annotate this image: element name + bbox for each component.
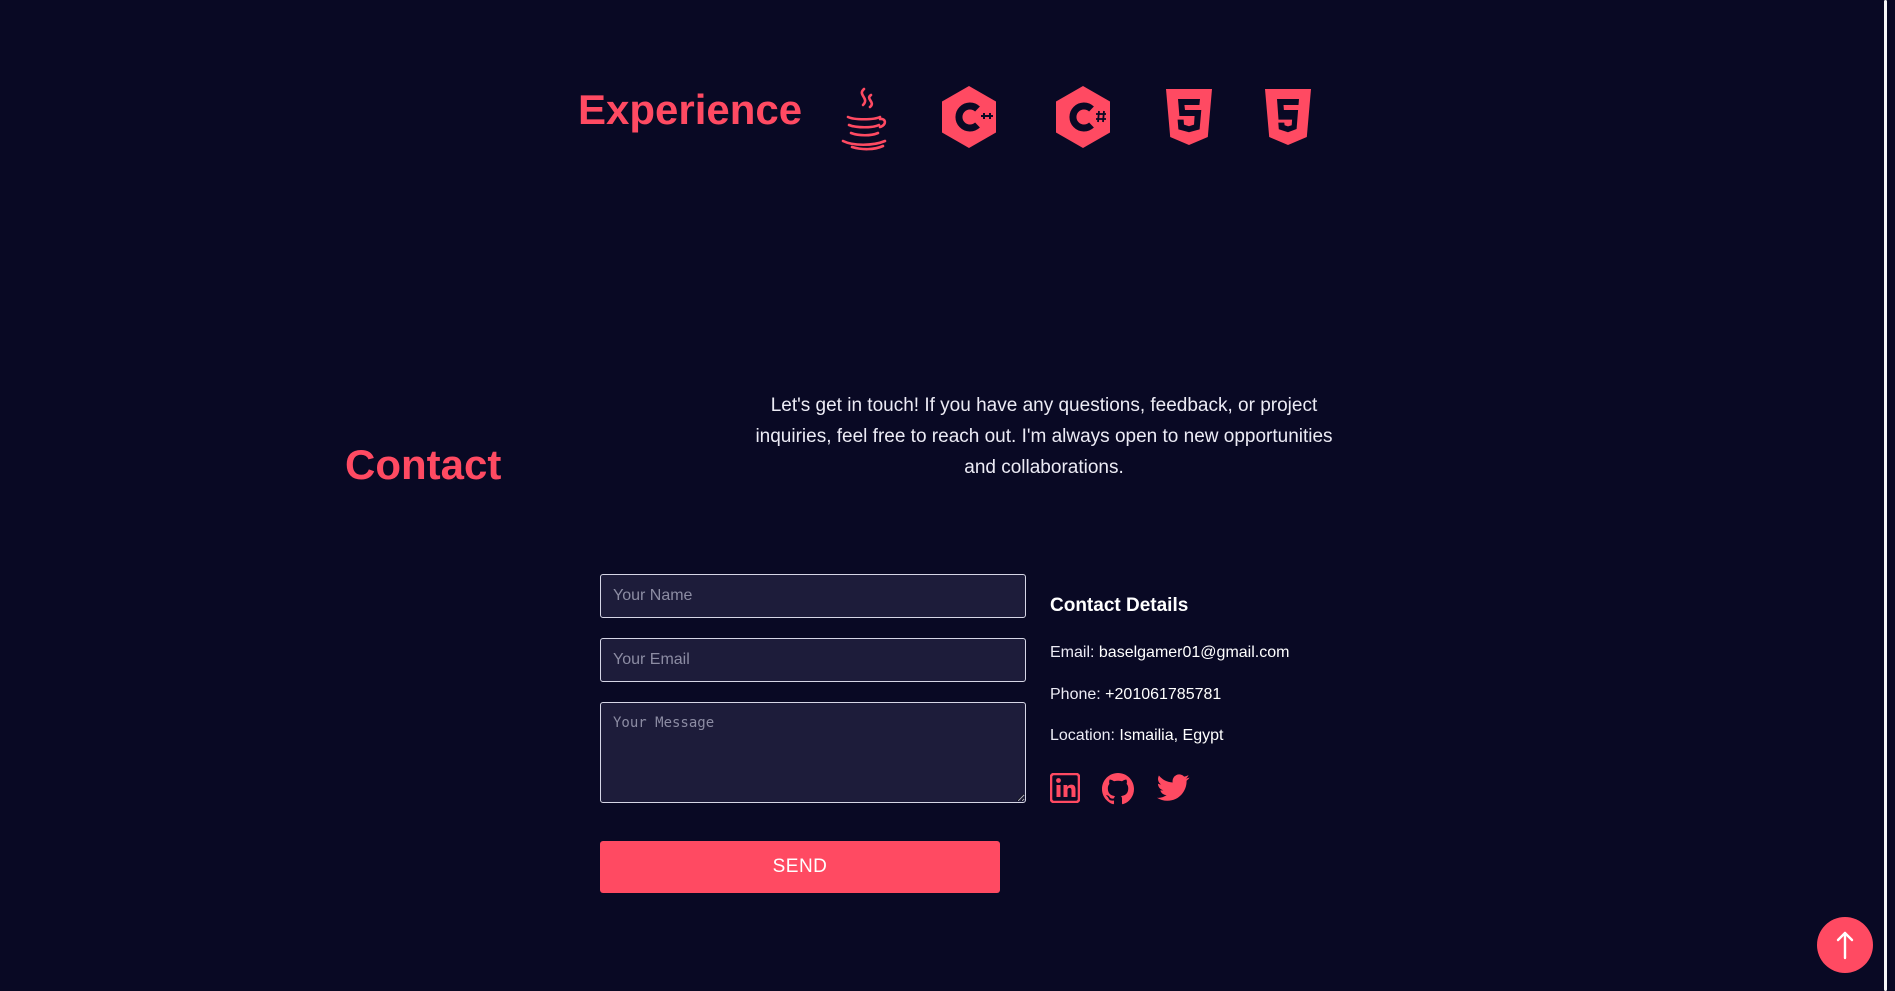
github-icon: [1102, 773, 1134, 805]
page: Experience Contact Let's get in touch! I…: [0, 0, 1895, 991]
location-value: Ismailia, Egypt: [1119, 727, 1224, 744]
twitter-icon: [1157, 773, 1190, 803]
linkedin-link[interactable]: [1050, 773, 1080, 803]
back-to-top-button[interactable]: [1817, 917, 1873, 973]
email-value: baselgamer01@gmail.com: [1098, 644, 1290, 661]
html5-icon: [1165, 88, 1213, 146]
scrollbar[interactable]: [1876, 0, 1895, 991]
contact-intro-text: Let's get in touch! If you have any ques…: [755, 395, 1333, 478]
phone-label: Phone:: [1050, 686, 1101, 703]
location-detail: Location: Ismailia, Egypt: [1050, 725, 1223, 747]
phone-detail: Phone: +201061785781: [1050, 684, 1221, 706]
email-detail: Email: baselgamer01@gmail.com: [1050, 642, 1289, 664]
twitter-link[interactable]: [1157, 773, 1190, 803]
location-label: Location:: [1050, 727, 1115, 744]
css3-icon: [1264, 88, 1312, 146]
github-link[interactable]: [1102, 773, 1134, 805]
scrollbar-thumb[interactable]: [1884, 0, 1887, 991]
csharp-icon: [1055, 85, 1111, 149]
email-label: Email:: [1050, 644, 1095, 661]
contact-details: Contact Details Email: baselgamer01@gmai…: [1050, 592, 1390, 805]
name-input[interactable]: [600, 574, 1026, 618]
cplusplus-icon: [941, 85, 997, 149]
linkedin-icon: [1050, 773, 1080, 803]
phone-value: +201061785781: [1105, 686, 1222, 703]
arrow-up-icon: [1817, 929, 1873, 961]
experience-heading: Experience: [578, 86, 803, 133]
send-button[interactable]: SEND: [600, 841, 1000, 893]
contact-heading: Contact: [345, 441, 502, 488]
contact-details-heading: Contact Details: [1050, 595, 1189, 616]
message-textarea[interactable]: [600, 702, 1026, 803]
email-input[interactable]: [600, 638, 1026, 682]
java-icon: [838, 86, 890, 152]
